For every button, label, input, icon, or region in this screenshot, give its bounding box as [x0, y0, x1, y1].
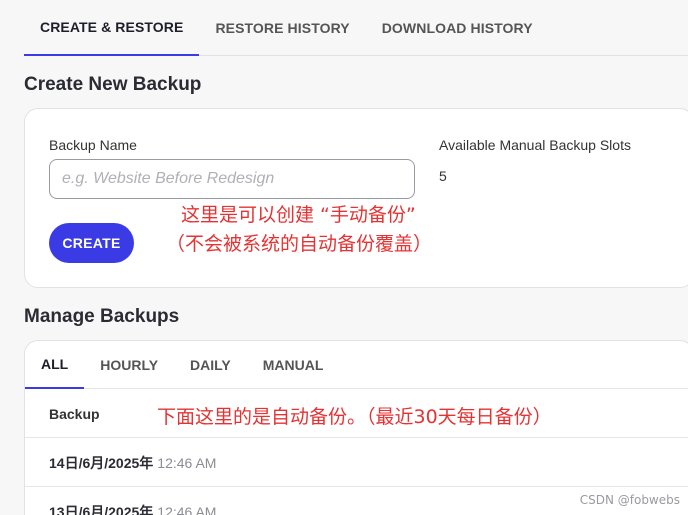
create-button[interactable]: CREATE	[49, 223, 134, 263]
backup-date: 14日/6月/2025年	[49, 454, 154, 471]
watermark: CSDN @fobwebs	[579, 493, 680, 507]
filter-all[interactable]: ALL	[25, 341, 85, 389]
annotation-create-line1: 这里是可以创建 “手动备份”	[181, 204, 416, 226]
create-backup-title: Create New Backup	[24, 74, 202, 95]
backup-date: 13日/6月/2025年	[49, 503, 154, 515]
main-tabs: CREATE & RESTORE RESTORE HISTORY DOWNLOA…	[24, 0, 688, 56]
slots-value: 5	[439, 168, 447, 184]
column-header-backup: Backup	[49, 405, 100, 422]
backup-name-input[interactable]	[49, 159, 415, 199]
slots-label: Available Manual Backup Slots	[439, 137, 631, 153]
backup-time: 12:46 AM	[157, 454, 217, 471]
tab-download-history[interactable]: DOWNLOAD HISTORY	[366, 0, 549, 56]
table-row[interactable]: 14日/6月/2025年 12:46 AM	[25, 439, 688, 487]
tab-create-restore[interactable]: CREATE & RESTORE	[24, 0, 200, 56]
backup-time: 12:46 AM	[157, 503, 217, 515]
manage-backups-title: Manage Backups	[24, 306, 180, 327]
backup-name-label: Backup Name	[49, 137, 137, 153]
backup-filter-tabs: ALL HOURLY DAILY MANUAL	[25, 341, 688, 389]
annotation-create-line2: （不会被系统的自动备份覆盖）	[166, 233, 433, 255]
filter-daily[interactable]: DAILY	[174, 341, 247, 389]
filter-hourly[interactable]: HOURLY	[84, 341, 174, 389]
annotation-manage-note: 下面这里的是自动备份。（最近30天每日备份）	[157, 406, 552, 428]
create-backup-card: Backup Name Available Manual Backup Slot…	[24, 108, 688, 288]
tab-restore-history[interactable]: RESTORE HISTORY	[199, 0, 365, 56]
filter-manual[interactable]: MANUAL	[247, 341, 340, 389]
